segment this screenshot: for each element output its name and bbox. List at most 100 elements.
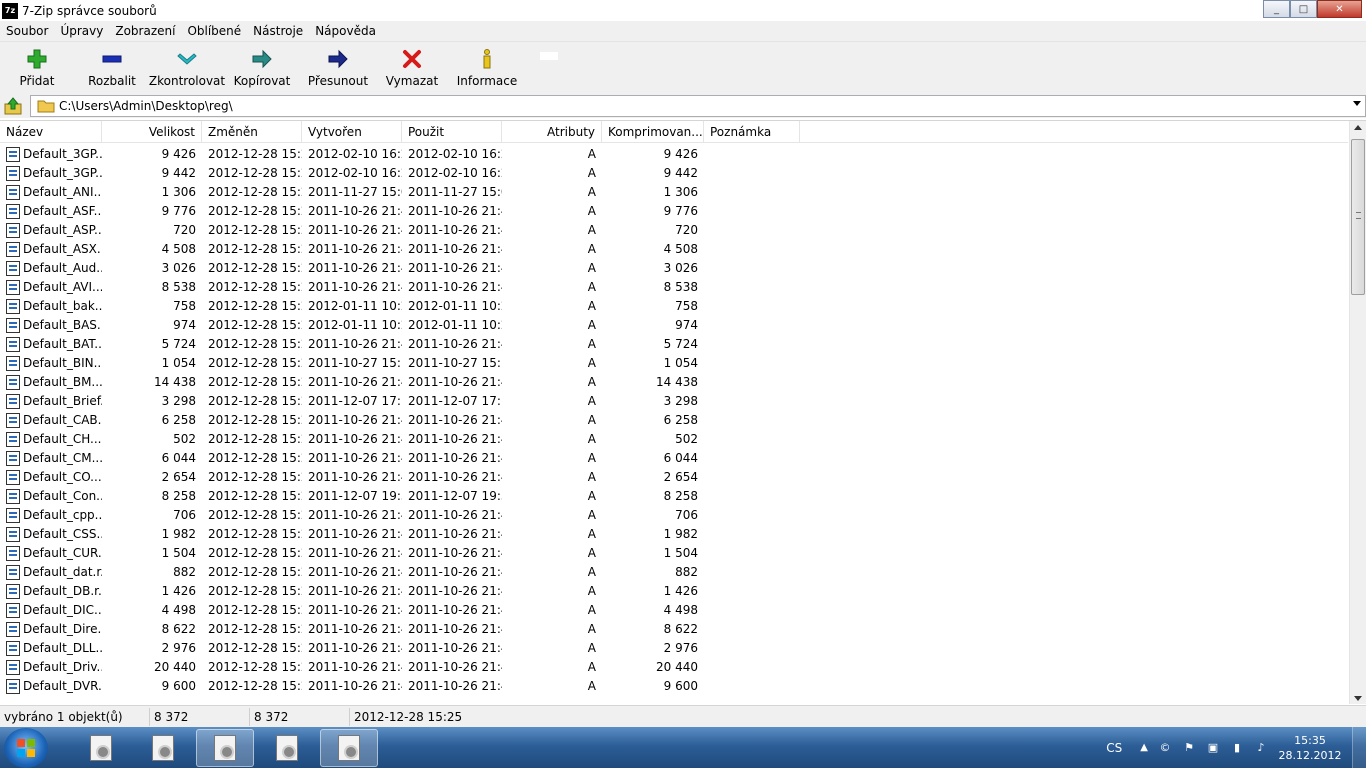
menu-tools[interactable]: Nástroje xyxy=(247,21,309,42)
file-name: Default_AVI.... xyxy=(0,278,102,297)
file-attributes: A xyxy=(587,641,596,655)
address-box xyxy=(30,95,1366,117)
table-row[interactable]: Default_CSS.... 1 982 2012-12-28 15:25 2011… xyxy=(0,525,1348,544)
move-button[interactable]: Přesunout xyxy=(300,42,376,94)
file-name-text: Default_Driv.... xyxy=(23,660,102,674)
table-row[interactable]: Default_DVR.... 9 600 2012-12-28 15:25 2011… xyxy=(0,677,1348,696)
app-document-icon xyxy=(276,734,298,761)
taskbar-app-4[interactable] xyxy=(258,729,316,767)
table-row[interactable]: Default_ASP.... 720 2012-12-28 15:25 2011-1… xyxy=(0,221,1348,240)
address-dropdown-icon[interactable] xyxy=(1353,101,1361,106)
column-attributes[interactable]: Atributy xyxy=(502,121,602,143)
table-row[interactable]: Default_CAB.... 6 258 2012-12-28 15:25 2011… xyxy=(0,411,1348,430)
file-modified: 2012-12-28 15:25 xyxy=(208,356,302,370)
table-row[interactable]: Default_Dire.... 8 622 2012-12-28 15:25 201… xyxy=(0,620,1348,639)
file-modified: 2012-12-28 15:25 xyxy=(208,166,302,180)
menu-view[interactable]: Zobrazení xyxy=(109,21,181,42)
taskbar: CS ▲ © ⚑ ▣ ▮ ♪ 15:35 28.12.2012 xyxy=(0,727,1366,768)
column-accessed[interactable]: Použit xyxy=(402,121,502,143)
plus-icon xyxy=(25,48,49,70)
column-comment[interactable]: Poznámka xyxy=(704,121,800,143)
info-button[interactable]: Informace xyxy=(448,42,526,94)
table-row[interactable]: Default_CH.... 502 2012-12-28 15:25 2011-10… xyxy=(0,430,1348,449)
scroll-down-icon[interactable] xyxy=(1354,696,1362,701)
table-row[interactable]: Default_3GP.... 9 442 2012-12-28 15:25 2012… xyxy=(0,164,1348,183)
table-row[interactable]: Default_3GP.... 9 426 2012-12-28 15:25 2012… xyxy=(0,145,1348,164)
column-created[interactable]: Vytvořen xyxy=(302,121,402,143)
table-row[interactable]: Default_ASX.... 4 508 2012-12-28 15:25 2011… xyxy=(0,240,1348,259)
table-row[interactable]: Default_dat.r.... 882 2012-12-28 15:25 2011… xyxy=(0,563,1348,582)
file-size: 20 440 xyxy=(154,660,196,674)
close-button[interactable]: ✕ xyxy=(1317,0,1362,18)
file-accessed: 2011-10-26 21:49 xyxy=(408,641,502,655)
table-row[interactable]: Default_BAT.... 5 724 2012-12-28 15:25 2011… xyxy=(0,335,1348,354)
taskbar-app-1[interactable] xyxy=(72,729,130,767)
table-row[interactable]: Default_Aud.... 3 026 2012-12-28 15:25 2011… xyxy=(0,259,1348,278)
start-button[interactable] xyxy=(4,727,48,768)
table-row[interactable]: Default_cpp.... 706 2012-12-28 15:25 2011-1… xyxy=(0,506,1348,525)
table-row[interactable]: Default_Con.... 8 258 2012-12-28 15:25 2011… xyxy=(0,487,1348,506)
copy-button[interactable]: Kopírovat xyxy=(224,42,300,94)
file-modified: 2012-12-28 15:25 xyxy=(208,546,302,560)
volume-icon[interactable]: ♪ xyxy=(1254,741,1268,755)
signal-bars-icon[interactable]: ▮ xyxy=(1230,741,1244,755)
column-size[interactable]: Velikost xyxy=(102,121,202,143)
table-row[interactable]: Default_CUR.... 1 504 2012-12-28 15:25 2011… xyxy=(0,544,1348,563)
vertical-scrollbar[interactable] xyxy=(1349,121,1366,704)
test-button[interactable]: Zkontrolovat xyxy=(149,42,225,94)
registry-file-icon xyxy=(6,242,20,257)
language-indicator[interactable]: CS xyxy=(1106,741,1122,755)
add-button[interactable]: Přidat xyxy=(0,42,74,94)
show-hidden-icons-icon[interactable]: ▲ xyxy=(1140,742,1148,753)
file-attributes: A xyxy=(587,622,596,636)
table-row[interactable]: Default_bak.... 758 2012-12-28 15:25 2012-0… xyxy=(0,297,1348,316)
extract-button[interactable]: Rozbalit xyxy=(74,42,150,94)
table-row[interactable]: Default_DB.r.... 1 426 2012-12-28 15:25 201… xyxy=(0,582,1348,601)
file-name: Default_3GP.... xyxy=(0,145,102,164)
table-row[interactable]: Default_BIN.... 1 054 2012-12-28 15:25 2011… xyxy=(0,354,1348,373)
menu-edit[interactable]: Úpravy xyxy=(54,21,109,42)
column-packed[interactable]: Komprimovan... xyxy=(602,121,704,143)
table-row[interactable]: Default_Brief.... 3 298 2012-12-28 15:25 20… xyxy=(0,392,1348,411)
maximize-button[interactable]: □ xyxy=(1290,0,1317,18)
menu-file[interactable]: Soubor xyxy=(0,21,54,42)
column-modified[interactable]: Změněn xyxy=(202,121,302,143)
show-desktop-button[interactable] xyxy=(1352,727,1366,768)
table-row[interactable]: Default_CO.... 2 654 2012-12-28 15:25 2011-… xyxy=(0,468,1348,487)
file-modified: 2012-12-28 15:25 xyxy=(208,527,302,541)
taskbar-app-2[interactable] xyxy=(134,729,192,767)
menu-help[interactable]: Nápověda xyxy=(309,21,382,42)
column-name[interactable]: Název xyxy=(0,121,102,143)
file-packed: 8 258 xyxy=(663,489,698,503)
table-row[interactable]: Default_DIC.... 4 498 2012-12-28 15:25 2011… xyxy=(0,601,1348,620)
file-packed: 9 442 xyxy=(663,166,698,180)
file-packed: 9 776 xyxy=(663,204,698,218)
menu-favorites[interactable]: Oblíbené xyxy=(181,21,247,42)
taskbar-app-5[interactable] xyxy=(320,728,378,767)
clock[interactable]: 15:35 28.12.2012 xyxy=(1278,733,1342,763)
network-c-icon[interactable]: © xyxy=(1158,741,1172,755)
table-row[interactable]: Default_ANI.... 1 306 2012-12-28 15:25 2011… xyxy=(0,183,1348,202)
file-name: Default_CUR.... xyxy=(0,544,102,563)
taskbar-app-3[interactable] xyxy=(196,728,254,767)
file-attributes: A xyxy=(587,527,596,541)
table-row[interactable]: Default_BM.... 14 438 2012-12-28 15:25 2011… xyxy=(0,373,1348,392)
flag-alert-icon[interactable]: ⚑ xyxy=(1182,741,1196,755)
file-size: 9 776 xyxy=(161,204,196,218)
table-row[interactable]: Default_ASF.... 9 776 2012-12-28 15:25 2011… xyxy=(0,202,1348,221)
minimize-button[interactable]: _ xyxy=(1263,0,1290,18)
registry-file-icon xyxy=(6,223,20,238)
table-row[interactable]: Default_DLL.... 2 976 2012-12-28 15:25 2011… xyxy=(0,639,1348,658)
table-row[interactable]: Default_BAS.... 974 2012-12-28 15:25 2012-0… xyxy=(0,316,1348,335)
file-packed: 1 054 xyxy=(663,356,698,370)
address-input[interactable] xyxy=(59,99,1329,113)
table-row[interactable]: Default_CM.... 6 044 2012-12-28 15:25 2011-… xyxy=(0,449,1348,468)
table-row[interactable]: Default_AVI.... 8 538 2012-12-28 15:25 2011… xyxy=(0,278,1348,297)
scroll-up-icon[interactable] xyxy=(1354,125,1362,130)
up-folder-button[interactable] xyxy=(0,95,26,117)
file-name: Default_ASF.... xyxy=(0,202,102,221)
table-row[interactable]: Default_Driv.... 20 440 2012-12-28 15:25 20… xyxy=(0,658,1348,677)
device-icon[interactable]: ▣ xyxy=(1206,741,1220,755)
delete-button[interactable]: Vymazat xyxy=(376,42,448,94)
scroll-thumb[interactable] xyxy=(1351,139,1365,295)
